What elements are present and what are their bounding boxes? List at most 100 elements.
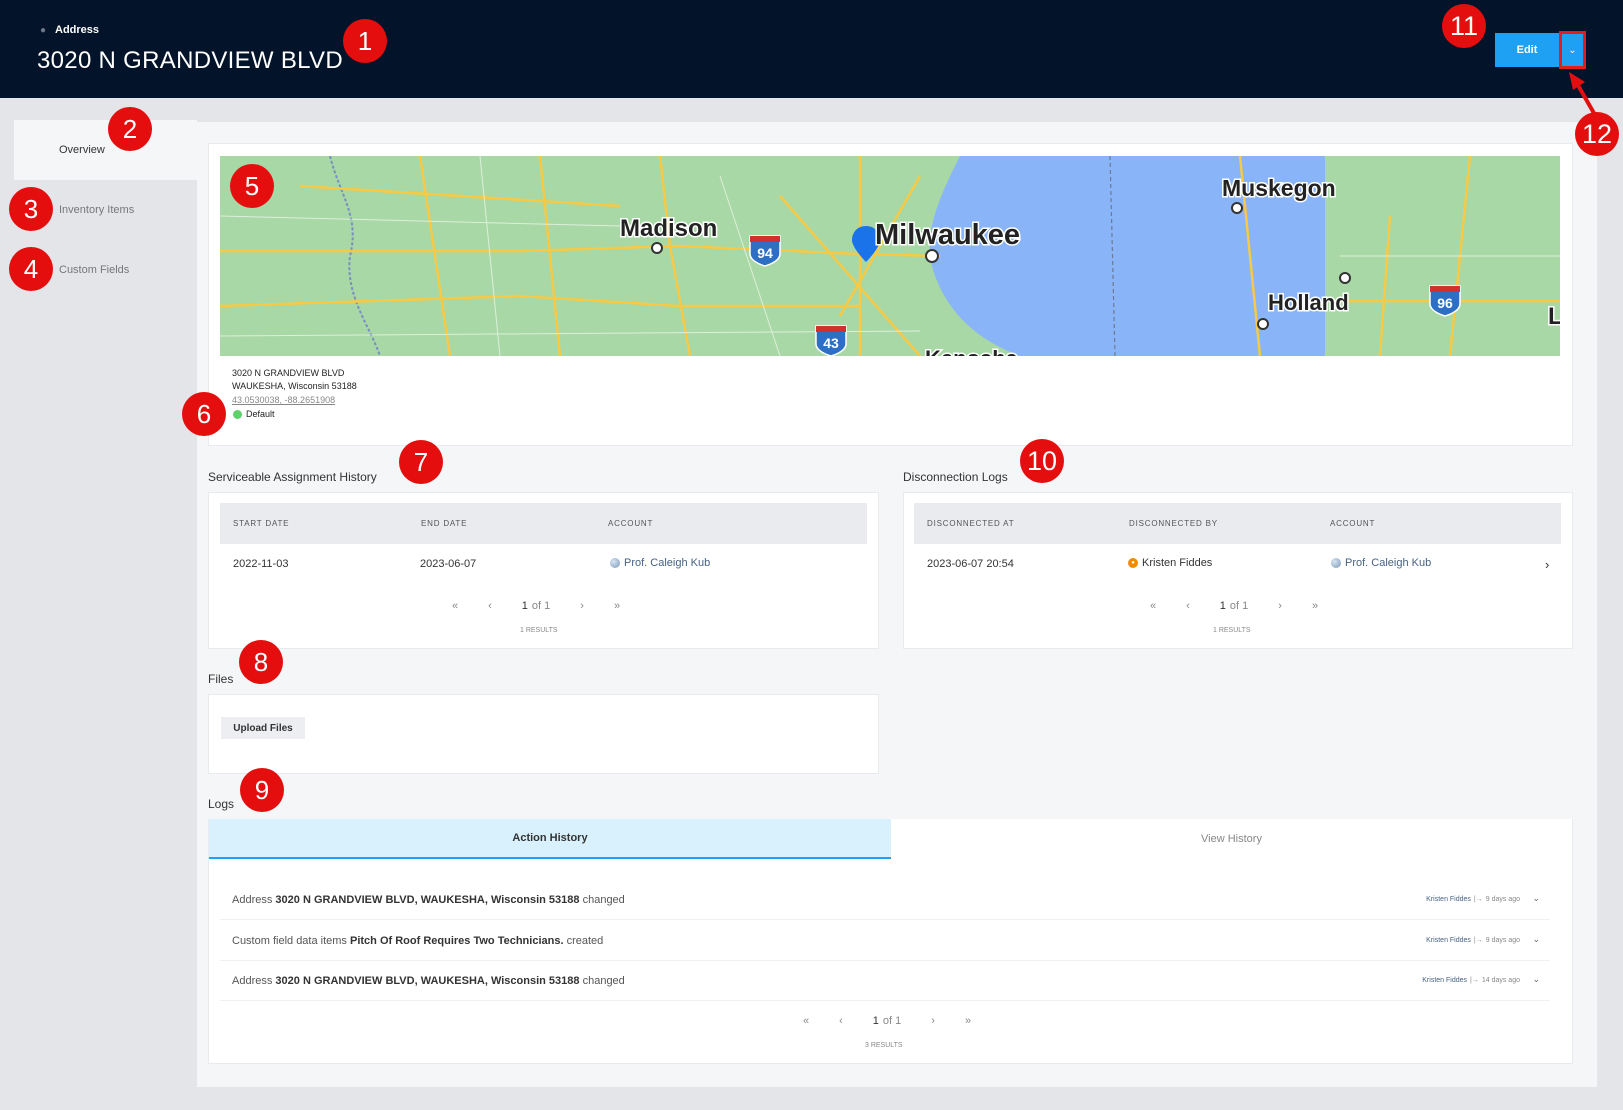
- logs-pagination: « ‹ 1 of 1 › »: [803, 1015, 1003, 1027]
- tab-label: Action History: [512, 832, 588, 844]
- column-header: START DATE: [233, 519, 290, 528]
- map-label-milwaukee: Milwaukee: [875, 219, 1020, 251]
- column-header: ACCOUNT: [1330, 519, 1376, 528]
- log-action: changed: [579, 894, 625, 906]
- account-cell[interactable]: Prof. Caleigh Kub: [1331, 557, 1431, 569]
- location-pin-icon: ●: [40, 24, 47, 36]
- annotation-arrow-icon: [1569, 72, 1597, 116]
- sidebar-item-label: Inventory Items: [59, 204, 135, 216]
- assignment-pagination: « ‹ 1 of 1 › »: [452, 600, 652, 612]
- log-time: 9 days ago: [1485, 896, 1520, 903]
- log-text: Custom field data items Pitch Of Roof Re…: [232, 935, 603, 947]
- log-subject: Pitch Of Roof Requires Two Technicians.: [350, 935, 564, 947]
- chevron-right-icon[interactable]: ›: [1545, 557, 1549, 572]
- first-page-icon[interactable]: «: [452, 600, 458, 612]
- log-user[interactable]: Kristen Fiddes: [1426, 937, 1471, 944]
- page-current: 1: [872, 1015, 879, 1027]
- log-item[interactable]: Custom field data items Pitch Of Roof Re…: [220, 921, 1550, 961]
- tab-view-history[interactable]: View History: [891, 819, 1572, 859]
- annotation-marker-7: 7: [399, 440, 443, 484]
- map-view[interactable]: 94 43 96 Madison Milwaukee Muskegon Holl…: [220, 156, 1560, 356]
- log-user[interactable]: Kristen Fiddes: [1422, 977, 1467, 984]
- shield-label-96: 96: [1437, 295, 1453, 311]
- last-page-icon[interactable]: »: [614, 600, 620, 612]
- prev-page-icon[interactable]: ‹: [488, 600, 492, 612]
- tab-label: View History: [1201, 833, 1262, 845]
- edit-button[interactable]: Edit: [1495, 33, 1559, 67]
- shield-label-43: 43: [823, 335, 839, 351]
- log-text: Address 3020 N GRANDVIEW BLVD, WAUKESHA,…: [232, 975, 625, 987]
- login-arrow-icon: |→: [1473, 937, 1483, 944]
- page-title: 3020 N GRANDVIEW BLVD: [37, 47, 343, 74]
- status-dot-icon: [233, 409, 242, 419]
- log-item[interactable]: Address 3020 N GRANDVIEW BLVD, WAUKESHA,…: [220, 880, 1550, 920]
- account-avatar-icon: [610, 558, 620, 568]
- page-current: 1: [521, 600, 528, 612]
- end-date-cell: 2023-06-07: [420, 558, 477, 570]
- column-header: ACCOUNT: [608, 519, 654, 528]
- first-page-icon[interactable]: «: [1150, 600, 1156, 612]
- log-prefix: Address: [232, 975, 276, 987]
- log-user[interactable]: Kristen Fiddes: [1426, 896, 1471, 903]
- disconnected-by-cell[interactable]: ● Kristen Fiddes: [1128, 557, 1212, 569]
- upload-files-button[interactable]: Upload Files: [221, 717, 305, 739]
- log-text: Address 3020 N GRANDVIEW BLVD, WAUKESHA,…: [232, 894, 625, 906]
- log-action: created: [563, 935, 604, 947]
- next-page-icon[interactable]: ›: [1278, 600, 1282, 612]
- annotation-marker-6: 6: [182, 392, 226, 436]
- chevron-down-icon[interactable]: ⌄: [1532, 934, 1540, 945]
- files-card: [208, 694, 879, 774]
- annotation-marker-11: 11: [1442, 4, 1486, 48]
- log-time: 14 days ago: [1481, 977, 1520, 984]
- breadcrumb-label: Address: [55, 24, 100, 36]
- edit-dropdown-button[interactable]: ⌄: [1559, 31, 1586, 69]
- disconnection-pagination: « ‹ 1 of 1 › »: [1150, 600, 1350, 612]
- map-label-muskegon: Muskegon: [1222, 175, 1336, 201]
- page-total: of 1: [531, 600, 551, 612]
- annotation-marker-4: 4: [9, 247, 53, 291]
- log-meta: Kristen Fiddes |→ 9 days ago: [1426, 937, 1520, 944]
- column-header: END DATE: [421, 519, 468, 528]
- first-page-icon[interactable]: «: [803, 1015, 809, 1027]
- assignment-table-header: START DATE END DATE ACCOUNT: [220, 503, 867, 544]
- last-page-icon[interactable]: »: [1312, 600, 1318, 612]
- next-page-icon[interactable]: ›: [580, 600, 584, 612]
- annotation-marker-8: 8: [239, 640, 283, 684]
- address-line-1: 3020 N GRANDVIEW BLVD: [232, 368, 345, 378]
- page-current: 1: [1219, 600, 1226, 612]
- log-prefix: Address: [232, 894, 276, 906]
- log-action: changed: [579, 975, 625, 987]
- prev-page-icon[interactable]: ‹: [839, 1015, 843, 1027]
- disconnected-at-cell: 2023-06-07 20:54: [927, 558, 1014, 570]
- last-page-icon[interactable]: »: [965, 1015, 971, 1027]
- log-subject: 3020 N GRANDVIEW BLVD, WAUKESHA, Wiscons…: [275, 894, 580, 906]
- disconnection-results-count: 1 RESULTS: [1213, 627, 1251, 634]
- logs-title: Logs: [208, 797, 235, 811]
- log-meta: Kristen Fiddes |→ 14 days ago: [1422, 977, 1520, 984]
- user-avatar-icon: ●: [1128, 558, 1138, 568]
- log-prefix: Custom field data items: [232, 935, 350, 947]
- annotation-marker-9: 9: [240, 768, 284, 812]
- login-arrow-icon: |→: [1470, 977, 1479, 984]
- map-label-holland: Holland: [1268, 290, 1349, 315]
- coordinates-link[interactable]: 43.0530038, -88.2651908: [232, 395, 335, 405]
- map-label-madison: Madison: [620, 215, 717, 242]
- tab-action-history[interactable]: Action History: [209, 819, 891, 859]
- files-title: Files: [208, 672, 234, 686]
- log-item[interactable]: Address 3020 N GRANDVIEW BLVD, WAUKESHA,…: [220, 961, 1550, 1001]
- disconnection-logs-title: Disconnection Logs: [903, 470, 1008, 484]
- account-name: Prof. Caleigh Kub: [1345, 557, 1432, 569]
- chevron-down-icon[interactable]: ⌄: [1532, 893, 1540, 904]
- sidebar-item-overview[interactable]: Overview: [14, 120, 197, 180]
- logs-results-count: 3 RESULTS: [865, 1042, 903, 1049]
- annotation-marker-10: 10: [1020, 439, 1064, 483]
- status-badge: Default: [233, 409, 275, 419]
- next-page-icon[interactable]: ›: [931, 1015, 935, 1027]
- chevron-down-icon[interactable]: ⌄: [1532, 974, 1540, 985]
- page-header: ● Address 3020 N GRANDVIEW BLVD Edit ⌄: [0, 0, 1623, 98]
- address-line-2: WAUKESHA, Wisconsin 53188: [232, 381, 357, 391]
- annotation-marker-1: 1: [343, 19, 387, 63]
- column-header: DISCONNECTED BY: [1129, 519, 1218, 528]
- account-cell[interactable]: Prof. Caleigh Kub: [610, 557, 710, 569]
- prev-page-icon[interactable]: ‹: [1186, 600, 1190, 612]
